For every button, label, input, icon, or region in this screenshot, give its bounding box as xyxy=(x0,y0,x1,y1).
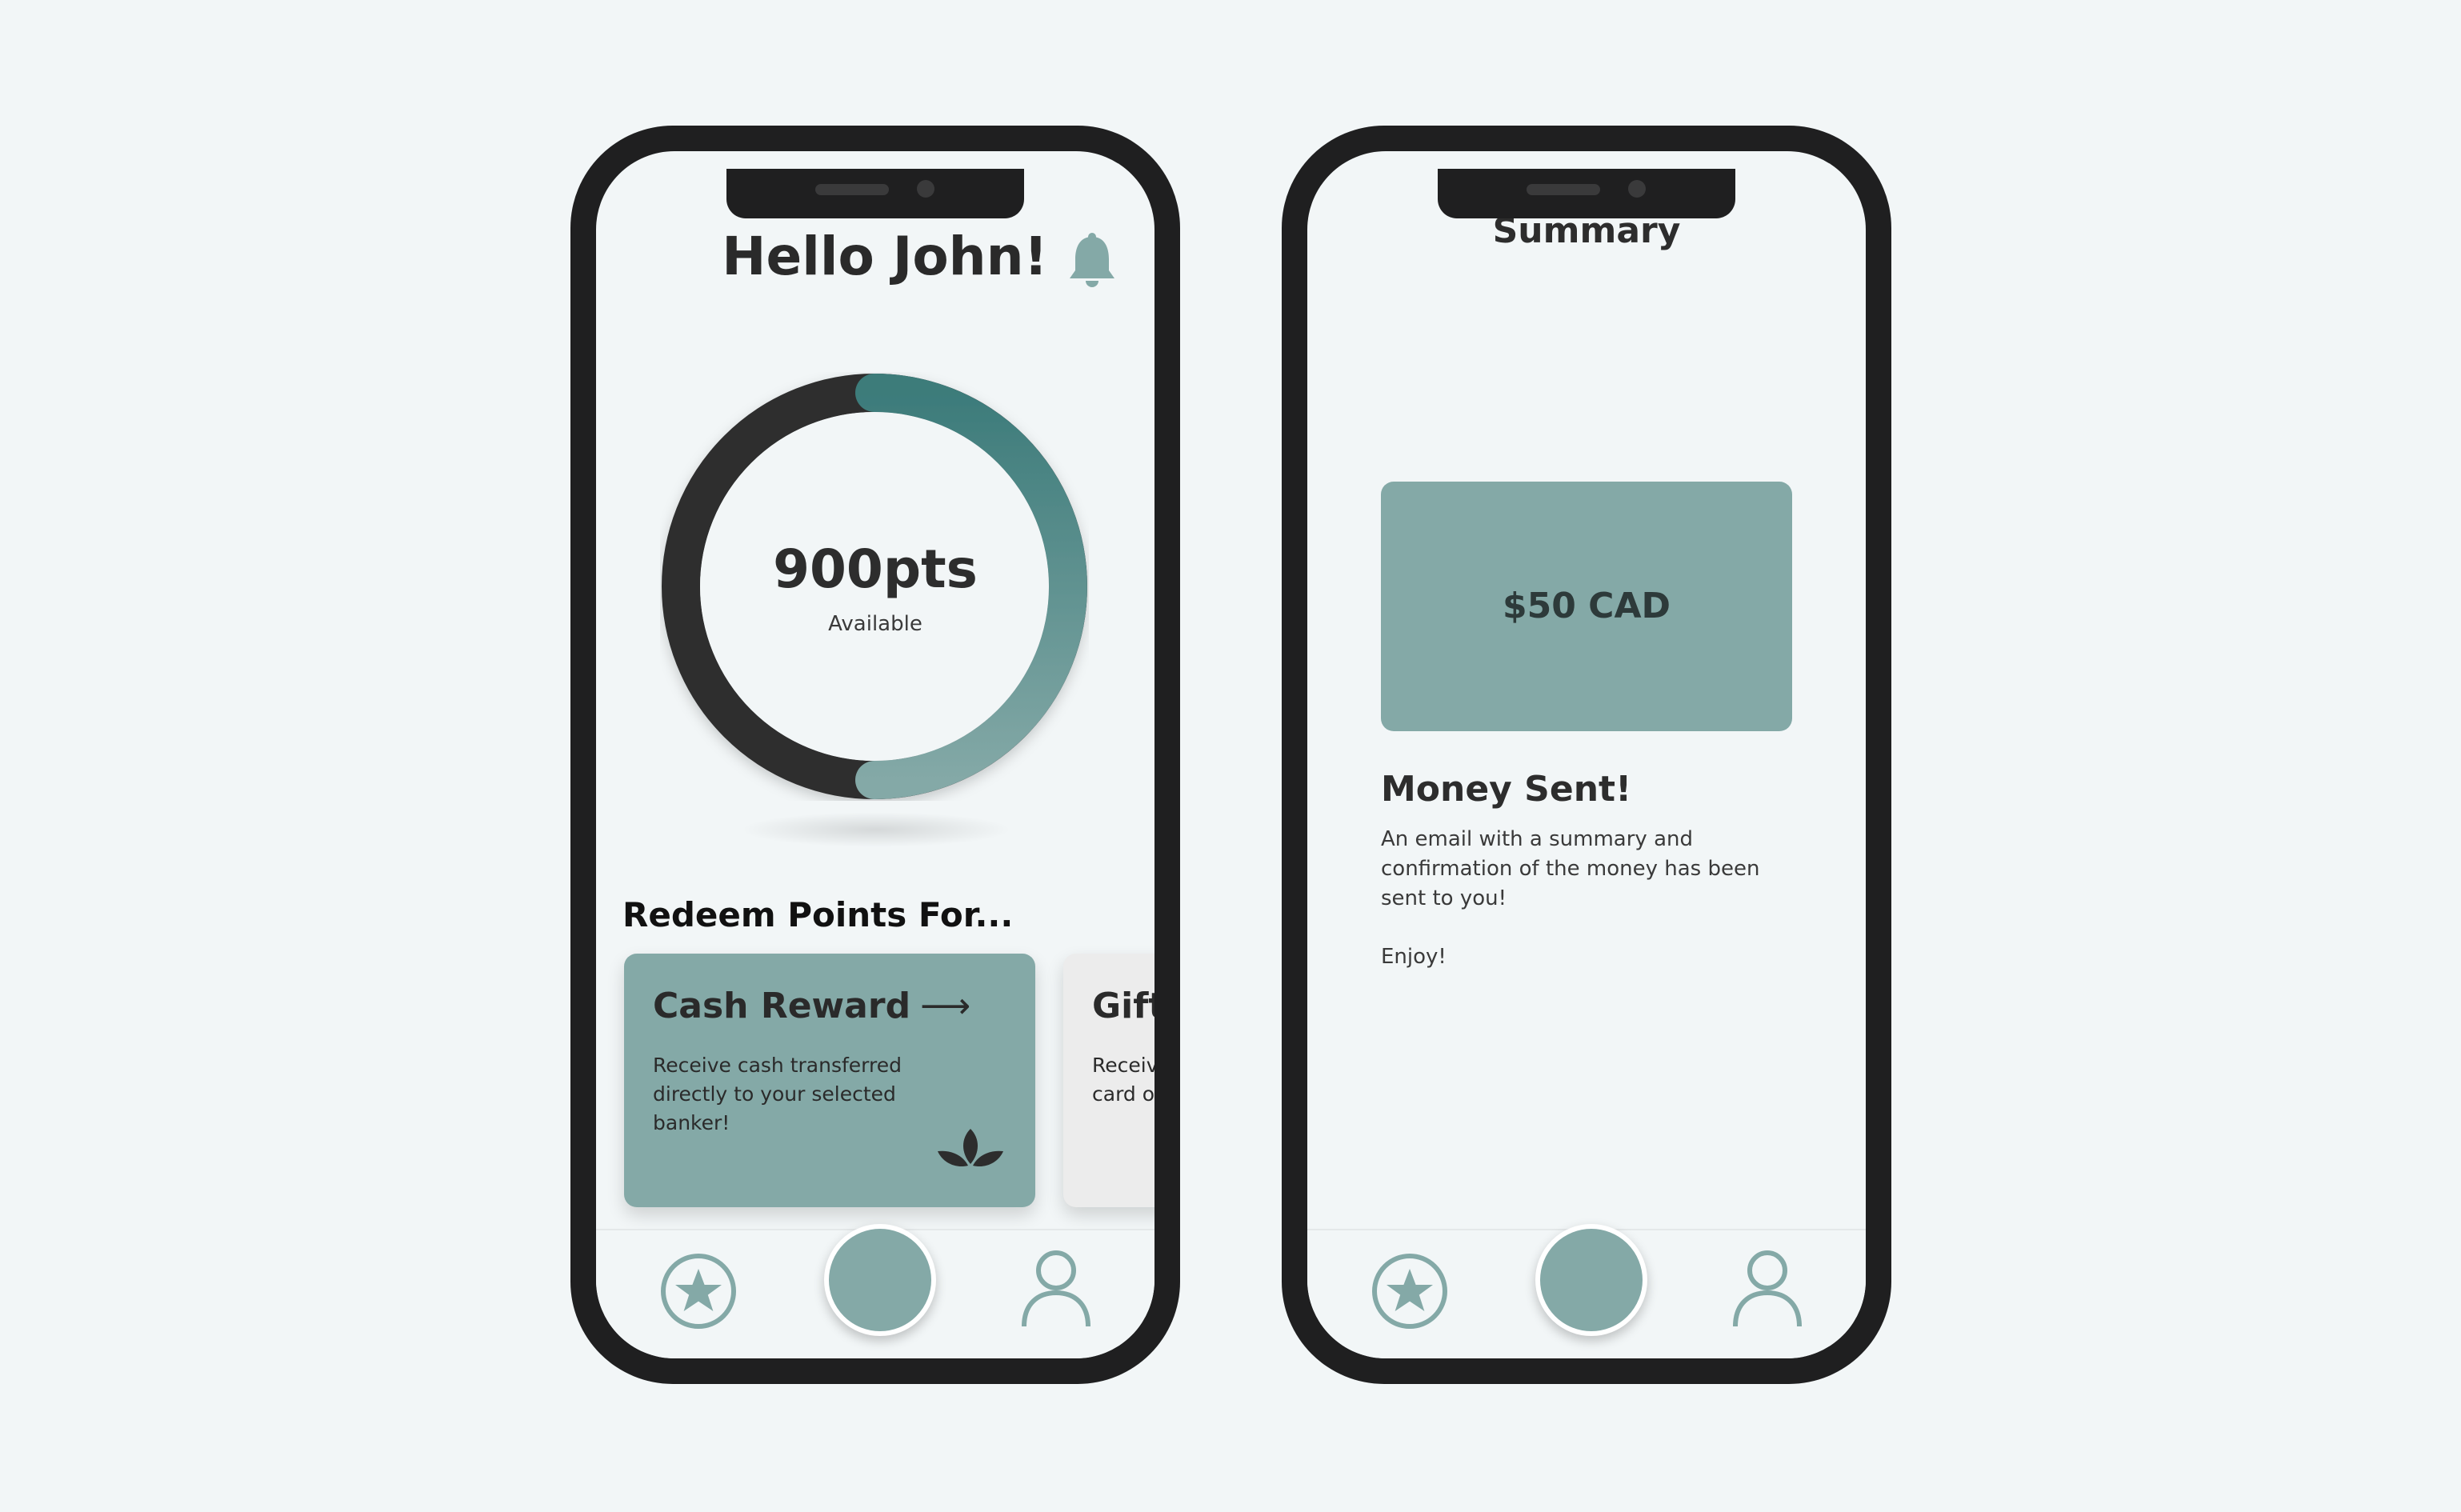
redeem-section-title: Redeem Points For... xyxy=(622,895,1014,934)
speaker-grill xyxy=(1527,184,1600,195)
closing-text: Enjoy! xyxy=(1381,945,1447,969)
home-button[interactable] xyxy=(1535,1224,1647,1336)
home-screen: Hello John! 900pts Available Redeem Poin… xyxy=(596,151,1154,1358)
confirmation-text: An email with a summary and confirmation… xyxy=(1381,827,1760,910)
gift-card-title: Gift xyxy=(1092,986,1154,1026)
confirmation-title: Money Sent! xyxy=(1381,769,1632,810)
leaf-icon xyxy=(938,1129,1003,1167)
gift-card-description: Receiv card o xyxy=(1092,1051,1154,1109)
star-circle-icon[interactable] xyxy=(660,1253,737,1330)
summary-screen: Summary $50 CAD Money Sent! An email wit… xyxy=(1307,151,1866,1358)
star-circle-icon[interactable] xyxy=(1371,1253,1448,1330)
points-ring-shadow xyxy=(740,812,1012,847)
phone-notch xyxy=(1438,169,1735,218)
cash-reward-description: Receive cash transferred directly to you… xyxy=(653,1054,902,1134)
cash-reward-title: Cash Reward ⟶ xyxy=(653,986,970,1026)
bottom-nav xyxy=(596,1224,1154,1358)
bottom-nav xyxy=(1307,1224,1866,1358)
phone-home: Hello John! 900pts Available Redeem Poin… xyxy=(570,126,1180,1384)
cash-reward-label: Cash Reward xyxy=(653,986,911,1026)
amount-value: $50 CAD xyxy=(1502,586,1671,626)
gift-card-description-line: Receiv xyxy=(1092,1054,1154,1077)
bell-icon[interactable] xyxy=(1067,232,1117,288)
home-button[interactable] xyxy=(824,1224,936,1336)
user-icon[interactable] xyxy=(1731,1248,1803,1328)
front-camera xyxy=(1628,180,1646,198)
user-icon[interactable] xyxy=(1020,1248,1092,1328)
gift-card-card[interactable]: Gift Receiv card o xyxy=(1063,954,1154,1207)
points-caption: Available xyxy=(828,612,922,636)
front-camera xyxy=(917,180,934,198)
phone-summary: Summary $50 CAD Money Sent! An email wit… xyxy=(1282,126,1891,1384)
amount-card: $50 CAD xyxy=(1381,482,1792,731)
speaker-grill xyxy=(815,184,889,195)
phone-notch xyxy=(726,169,1024,218)
arrow-right-icon: ⟶ xyxy=(920,986,971,1026)
cash-reward-card[interactable]: Cash Reward ⟶ Receive cash transferred di… xyxy=(624,954,1035,1207)
points-value: 900pts xyxy=(773,538,978,600)
gift-card-description-line: card o xyxy=(1092,1082,1154,1106)
